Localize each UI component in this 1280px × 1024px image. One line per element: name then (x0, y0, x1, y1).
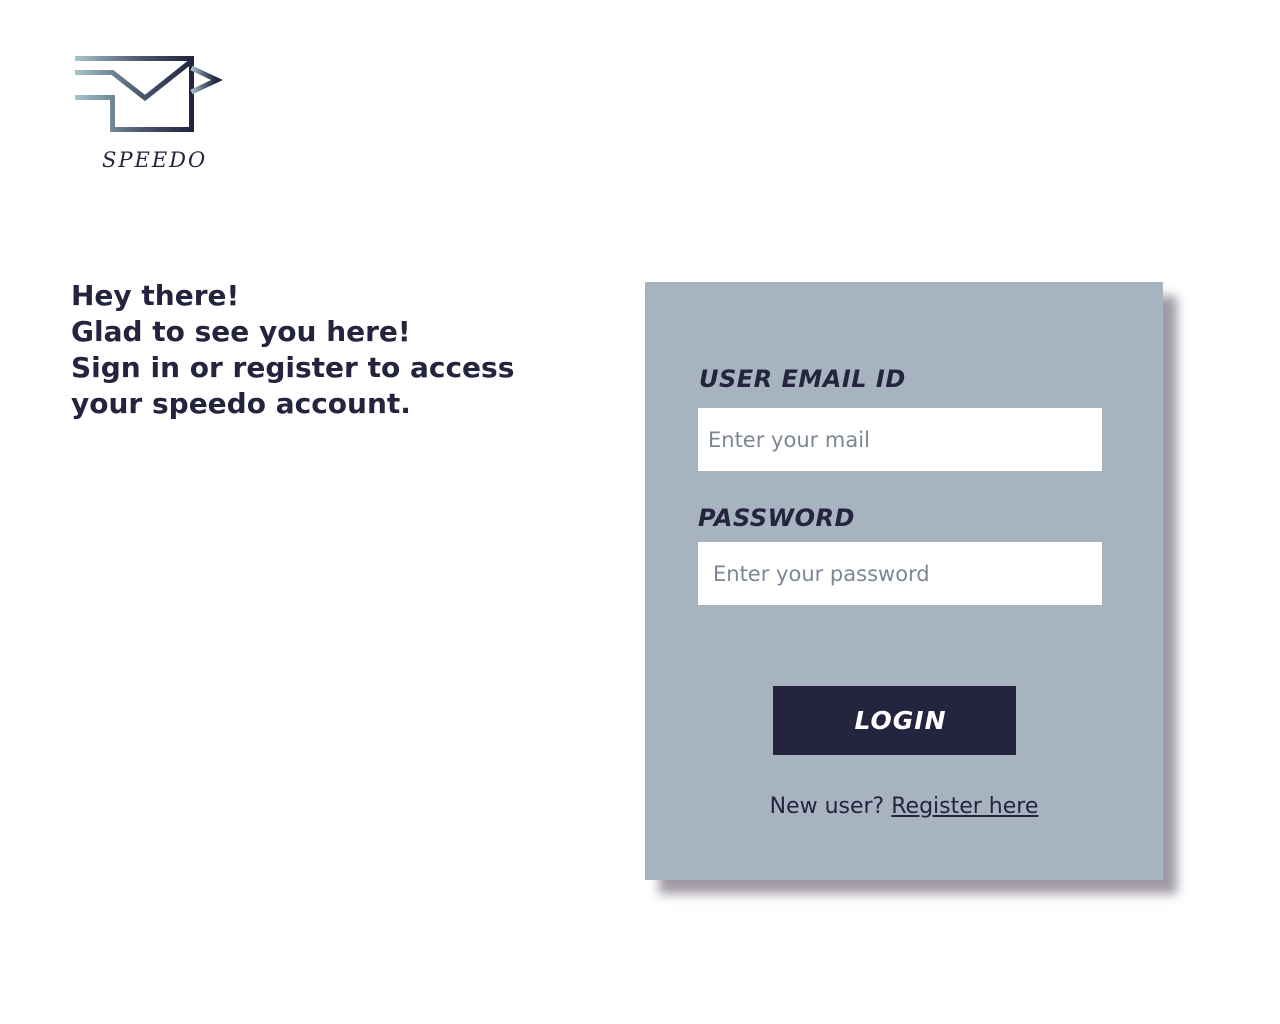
register-prompt: New user? Register here (645, 794, 1163, 819)
brand-logo: SPEEDO (68, 50, 228, 180)
email-label: USER EMAIL ID (699, 365, 906, 393)
password-input[interactable] (698, 542, 1102, 605)
new-user-text: New user? (769, 794, 885, 819)
brand-name: SPEEDO (102, 148, 208, 172)
welcome-line-instructions: Sign in or register to access your speed… (71, 351, 515, 420)
welcome-line-greeting: Hey there! (71, 279, 240, 312)
welcome-message: Hey there! Glad to see you here! Sign in… (71, 278, 591, 422)
login-page: SPEEDO Hey there! Glad to see you here! … (0, 0, 1280, 1024)
welcome-line-glad: Glad to see you here! (71, 315, 411, 348)
envelope-speed-icon (75, 56, 223, 132)
password-label: PASSWORD (698, 504, 855, 532)
register-link[interactable]: Register here (891, 794, 1038, 819)
login-button[interactable]: LOGIN (773, 686, 1016, 755)
email-input[interactable] (698, 408, 1102, 471)
login-card: USER EMAIL ID PASSWORD LOGIN New user? R… (645, 282, 1163, 880)
